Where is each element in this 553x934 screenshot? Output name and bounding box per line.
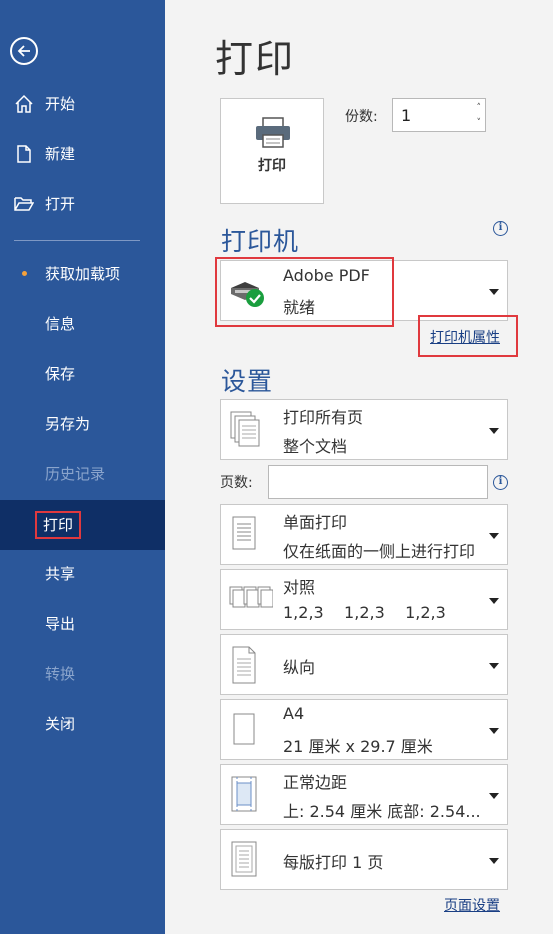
sidebar-item-label: 信息 [45,315,76,333]
printer-properties-box: 打印机属性 [418,315,518,357]
chevron-down-icon [489,728,499,734]
backstage-sidebar: 开始 新建 打开 获取加载项 信息 保存 另存为 历史记录 打印 共享 导出 转… [0,0,165,934]
setting-line1: 打印所有页 [283,408,364,427]
copies-value: 1 [401,106,412,125]
sidebar-item-label: 转换 [45,665,76,683]
sidebar-item-home[interactable]: 开始 [0,84,165,124]
sides-dropdown[interactable]: 单面打印 仅在纸面的一侧上进行打印 [220,504,508,565]
setting-line1: 正常边距 [283,773,348,792]
chevron-down-icon [489,663,499,669]
sidebar-item-get-addins[interactable]: 获取加载项 [0,254,165,294]
sidebar-item-label: 打开 [45,195,76,213]
setting-line2: 仅在纸面的一侧上进行打印 [283,542,476,561]
sidebar-item-save[interactable]: 保存 [0,354,165,394]
chevron-down-icon [489,533,499,539]
sidebar-item-history: 历史记录 [0,454,165,494]
sidebar-item-close[interactable]: 关闭 [0,704,165,744]
sidebar-item-save-as[interactable]: 另存为 [0,404,165,444]
sidebar-item-open[interactable]: 打开 [0,184,165,224]
setting-line2: 1,2,3 1,2,3 1,2,3 [283,603,446,622]
home-icon [14,94,36,114]
setting-line1: 对照 [283,578,316,597]
setting-line1: 纵向 [283,658,316,677]
pages-per-sheet-dropdown[interactable]: 每版打印 1 页 [220,829,508,890]
orientation-dropdown[interactable]: 纵向 [220,634,508,695]
printer-icon [254,117,292,153]
sidebar-item-label: 历史记录 [45,465,106,483]
sidebar-item-label: 打印 [35,511,82,539]
collate-icon [229,586,274,616]
paper-size-dropdown[interactable]: A4 21 厘米 x 29.7 厘米 [220,699,508,760]
margins-icon [229,775,259,819]
print-pane: 打印 打印 份数: 1 ˄ ˅ 打印机 i Adobe PDF 就绪 打印机属性… [165,0,553,934]
sidebar-item-export[interactable]: 导出 [0,604,165,644]
settings-section-title: 设置 [221,367,274,396]
page-title: 打印 [215,37,296,81]
sidebar-item-label: 导出 [45,615,76,633]
sidebar-item-label: 关闭 [45,715,76,733]
pages-input[interactable] [268,465,488,499]
chevron-down-icon [489,428,499,434]
info-icon[interactable]: i [493,221,508,236]
pages-per-sheet-icon [229,840,259,884]
print-button-label: 打印 [258,158,286,174]
sidebar-item-label: 获取加载项 [45,265,121,283]
page-setup-link[interactable]: 页面设置 [444,895,500,915]
sidebar-item-label: 新建 [45,145,76,163]
notification-dot [22,271,27,276]
setting-line1: 单面打印 [283,513,348,532]
increment-icon[interactable]: ˄ [477,103,482,113]
chevron-down-icon [489,598,499,604]
sidebar-item-label: 共享 [45,565,76,583]
back-arrow-icon[interactable] [10,37,38,65]
copies-stepper[interactable]: 1 ˄ ˅ [392,98,486,132]
sidebar-item-info[interactable]: 信息 [0,304,165,344]
printer-highlight-box [215,257,394,327]
pages-stack-icon [229,410,263,452]
new-document-icon [14,144,36,164]
setting-line2: 整个文档 [283,437,348,456]
sidebar-item-share[interactable]: 共享 [0,554,165,594]
printer-properties-link[interactable]: 打印机属性 [430,327,500,347]
one-sided-icon [229,515,259,557]
setting-line1: A4 [283,704,305,723]
setting-line2: 上: 2.54 厘米 底部: 2.54... [283,802,481,821]
margins-dropdown[interactable]: 正常边距 上: 2.54 厘米 底部: 2.54... [220,764,508,825]
sidebar-item-transform: 转换 [0,654,165,694]
printer-section-title: 打印机 [221,227,300,256]
sidebar-item-print[interactable]: 打印 [0,500,165,550]
sidebar-item-label: 另存为 [45,415,91,433]
setting-line2: 21 厘米 x 29.7 厘米 [283,737,433,756]
folder-open-icon [14,194,36,214]
collate-dropdown[interactable]: 对照 1,2,3 1,2,3 1,2,3 [220,569,508,630]
sidebar-item-new[interactable]: 新建 [0,134,165,174]
chevron-down-icon [489,793,499,799]
setting-line1: 每版打印 1 页 [283,853,384,872]
copies-label: 份数: [345,109,378,125]
print-range-dropdown[interactable]: 打印所有页 整个文档 [220,399,508,460]
print-button[interactable]: 打印 [220,98,324,204]
sidebar-item-label: 开始 [45,95,76,113]
decrement-icon[interactable]: ˅ [477,118,482,128]
info-icon[interactable]: i [493,475,508,490]
sidebar-divider [14,240,140,241]
paper-size-icon [229,712,259,754]
sidebar-item-label: 保存 [45,365,76,383]
portrait-icon [229,645,259,689]
chevron-down-icon [489,858,499,864]
chevron-down-icon [489,289,499,295]
pages-label: 页数: [220,475,253,491]
